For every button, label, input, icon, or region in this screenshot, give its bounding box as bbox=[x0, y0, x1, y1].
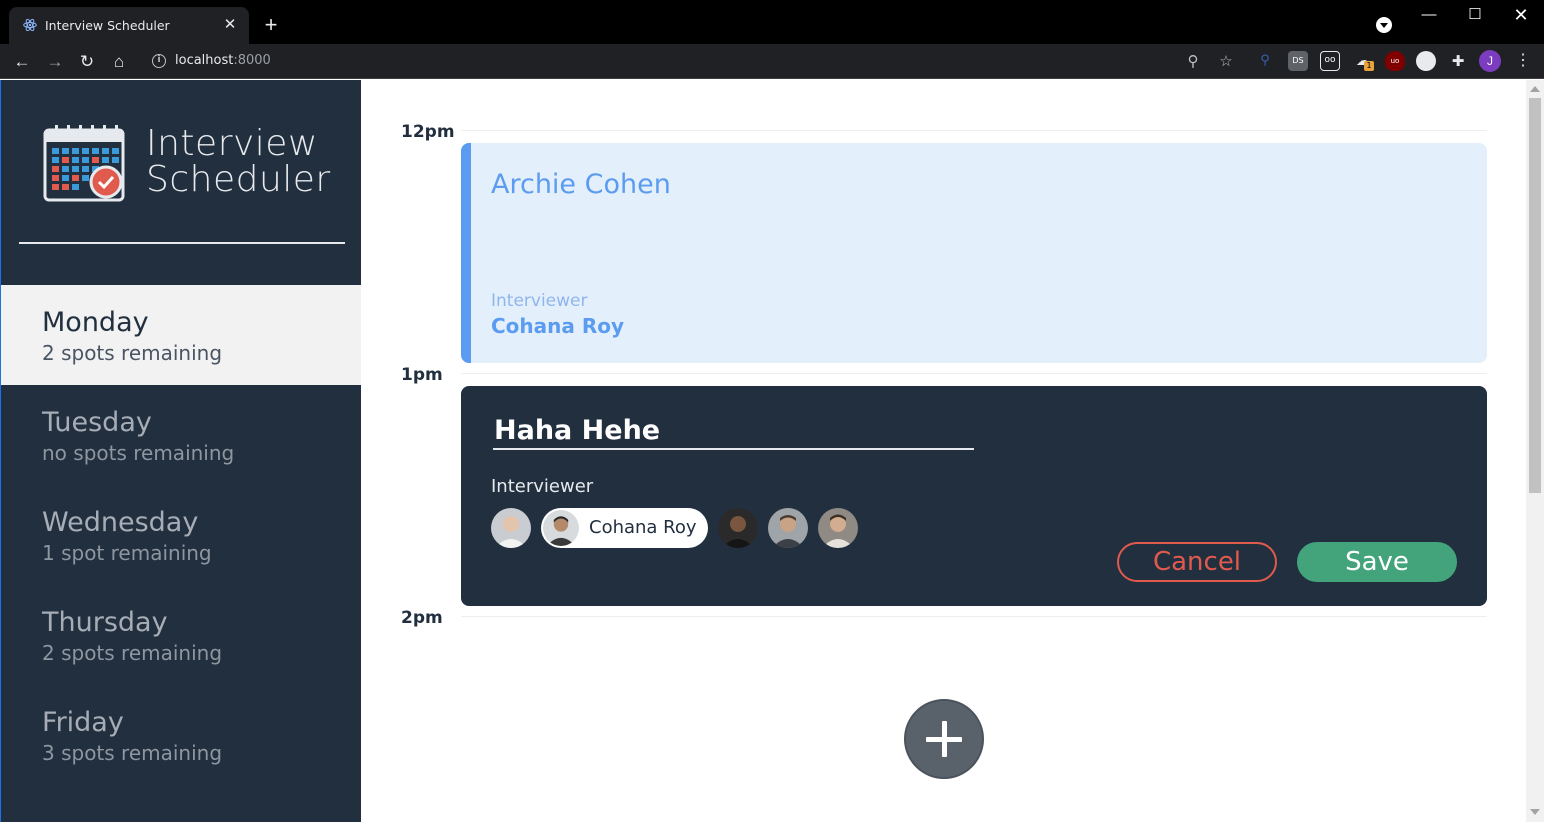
app-logo-text: Interview Scheduler bbox=[146, 123, 331, 200]
extension-dsr-icon[interactable]: DS bbox=[1288, 51, 1308, 71]
extension-search-icon[interactable]: ⚲ bbox=[1255, 51, 1275, 71]
appointment-booked[interactable]: Archie Cohen Interviewer Cohana Roy bbox=[461, 143, 1487, 363]
close-window-icon[interactable]: ✕ bbox=[1506, 4, 1536, 28]
extensions-puzzle-icon[interactable]: ✚ bbox=[1448, 51, 1468, 71]
day-name: Wednesday bbox=[42, 507, 199, 538]
calendar-logo-icon bbox=[43, 125, 125, 202]
reload-icon[interactable]: ↻ bbox=[74, 49, 100, 75]
home-icon[interactable]: ⌂ bbox=[106, 49, 132, 75]
student-name-input[interactable] bbox=[493, 412, 974, 450]
scroll-thumb[interactable] bbox=[1529, 98, 1541, 493]
day-item-wednesday[interactable]: Wednesday 1 spot remaining bbox=[1, 485, 361, 585]
day-name: Friday bbox=[42, 707, 124, 738]
address-bar[interactable]: i localhost:8000 ⚲ ☆ bbox=[141, 47, 1245, 76]
interviewer-name: Cohana Roy bbox=[491, 314, 625, 338]
extension-cloud-icon[interactable]: ☁ 1 bbox=[1353, 51, 1374, 71]
day-name: Tuesday bbox=[42, 407, 152, 438]
browser-tab-strip: Interview Scheduler ✕ + — ☐ ✕ bbox=[0, 0, 1544, 44]
back-icon[interactable]: ← bbox=[9, 49, 35, 75]
time-divider bbox=[461, 373, 1487, 374]
day-spots: 1 spot remaining bbox=[42, 541, 212, 565]
bookmark-star-icon[interactable]: ☆ bbox=[1216, 52, 1236, 72]
add-appointment-button[interactable] bbox=[904, 699, 984, 779]
ublock-icon[interactable]: uo bbox=[1385, 51, 1405, 71]
interviewer-label: Interviewer bbox=[491, 291, 588, 311]
day-spots: 2 spots remaining bbox=[42, 641, 223, 665]
page-viewport: Interview Scheduler Monday 2 spots remai… bbox=[0, 80, 1544, 822]
maximize-icon[interactable]: ☐ bbox=[1460, 4, 1490, 28]
interviewer-avatar[interactable] bbox=[818, 508, 858, 548]
new-tab-icon[interactable]: + bbox=[260, 14, 282, 36]
profile-avatar[interactable]: J bbox=[1479, 50, 1501, 72]
time-label-12pm: 12pm bbox=[401, 122, 455, 142]
scroll-down-icon[interactable] bbox=[1530, 809, 1540, 815]
extension-oo-icon[interactable]: oo bbox=[1320, 51, 1340, 71]
tab-close-icon[interactable]: ✕ bbox=[221, 16, 239, 34]
minimize-icon[interactable]: — bbox=[1414, 4, 1444, 28]
day-spots: no spots remaining bbox=[42, 441, 235, 465]
site-info-icon[interactable]: i bbox=[152, 54, 166, 68]
interviewer-avatar[interactable] bbox=[491, 508, 531, 548]
save-button[interactable]: Save bbox=[1297, 542, 1457, 582]
media-control-icon[interactable] bbox=[1376, 17, 1392, 33]
day-item-thursday[interactable]: Thursday 2 spots remaining bbox=[1, 585, 361, 685]
browser-menu-icon[interactable]: ⋮ bbox=[1513, 50, 1533, 72]
url-text[interactable]: localhost:8000 bbox=[175, 53, 271, 68]
zoom-icon[interactable]: ⚲ bbox=[1183, 52, 1203, 72]
sidebar-divider bbox=[19, 242, 345, 244]
time-label-2pm: 2pm bbox=[401, 608, 443, 628]
time-label-1pm: 1pm bbox=[401, 365, 443, 385]
time-divider bbox=[461, 616, 1487, 617]
time-divider bbox=[461, 130, 1487, 131]
interviewer-list-label: Interviewer bbox=[491, 476, 594, 497]
scroll-up-icon[interactable] bbox=[1530, 86, 1540, 92]
interviewer-avatar bbox=[543, 510, 579, 546]
day-spots: 2 spots remaining bbox=[42, 341, 223, 365]
selected-interviewer-name: Cohana Roy bbox=[589, 517, 697, 538]
cancel-button[interactable]: Cancel bbox=[1117, 542, 1277, 582]
day-spots: 3 spots remaining bbox=[42, 741, 223, 765]
interviewer-avatar[interactable] bbox=[718, 508, 758, 548]
page-scrollbar[interactable] bbox=[1526, 80, 1544, 822]
day-item-friday[interactable]: Friday 3 spots remaining bbox=[1, 685, 361, 785]
browser-tab[interactable]: Interview Scheduler ✕ bbox=[9, 7, 249, 44]
day-name: Monday bbox=[42, 307, 149, 338]
forward-icon[interactable]: → bbox=[42, 49, 68, 75]
appointment-form: Interviewer Cohana Roy bbox=[461, 386, 1487, 606]
browser-toolbar: ← → ↻ ⌂ i localhost:8000 ⚲ ☆ ⚲ DS oo ☁ 1 … bbox=[0, 44, 1544, 79]
interviewer-avatar[interactable] bbox=[768, 508, 808, 548]
react-favicon-icon bbox=[23, 18, 37, 32]
student-name: Archie Cohen bbox=[491, 169, 671, 200]
extension-badge: 1 bbox=[1364, 61, 1374, 71]
schedule: 12pm Archie Cohen Interviewer Cohana Roy… bbox=[361, 80, 1526, 822]
interviewer-selected[interactable]: Cohana Roy bbox=[541, 508, 708, 548]
day-name: Thursday bbox=[42, 607, 168, 638]
day-item-tuesday[interactable]: Tuesday no spots remaining bbox=[1, 385, 361, 485]
sidebar: Interview Scheduler Monday 2 spots remai… bbox=[0, 80, 361, 822]
extension-circle-icon[interactable] bbox=[1416, 51, 1436, 71]
day-item-monday[interactable]: Monday 2 spots remaining bbox=[1, 285, 361, 385]
tab-title: Interview Scheduler bbox=[45, 18, 170, 33]
